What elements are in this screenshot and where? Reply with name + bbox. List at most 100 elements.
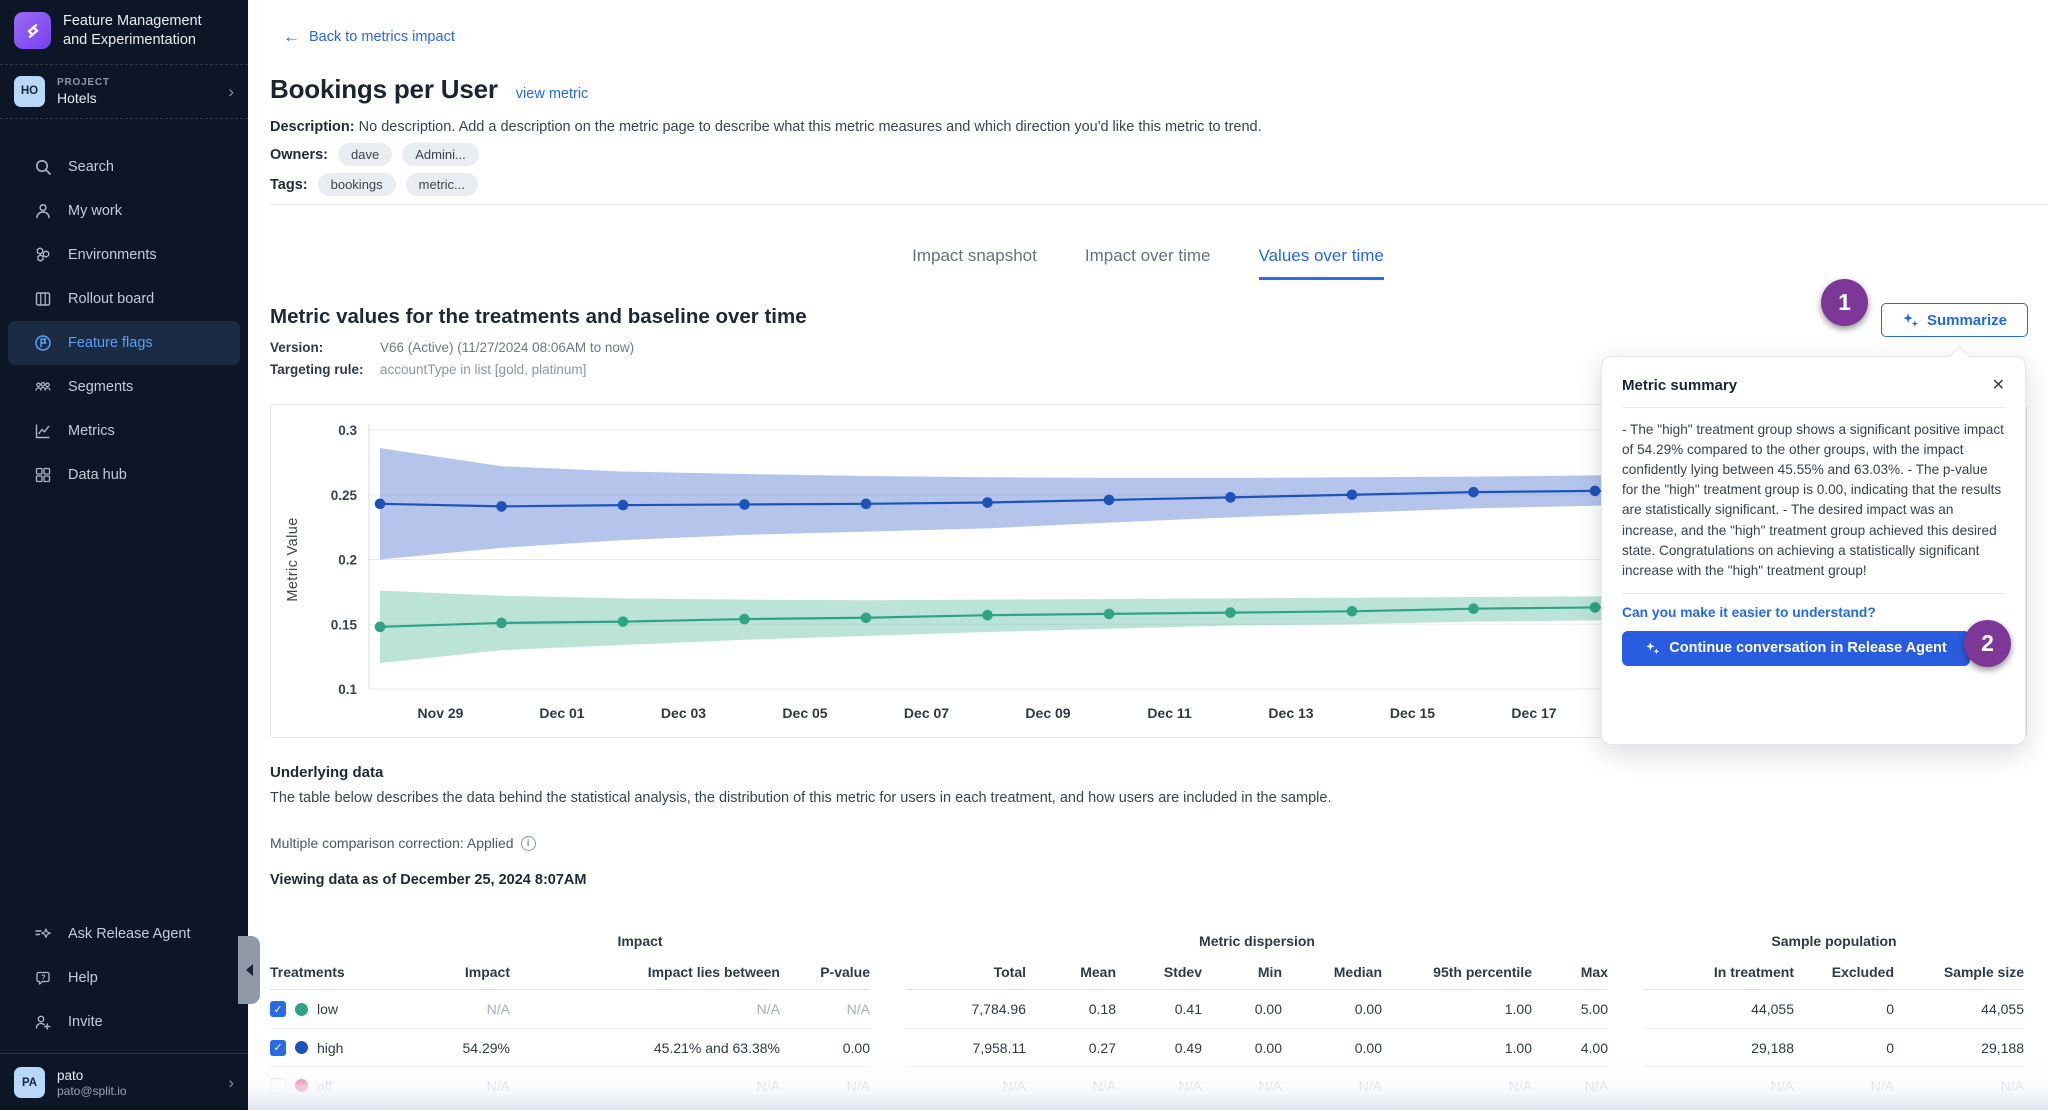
tag-chip: metric... xyxy=(406,173,478,196)
x-tick-label: Dec 11 xyxy=(1147,705,1192,721)
grid-icon xyxy=(34,466,52,484)
treatment-label: low xyxy=(317,1001,338,1017)
data-point-high[interactable] xyxy=(1225,492,1236,503)
x-tick-label: Dec 07 xyxy=(904,705,949,721)
chevron-right-icon: › xyxy=(228,1074,234,1091)
sidebar-item-data-hub[interactable]: Data hub xyxy=(8,453,240,497)
chart-icon xyxy=(34,422,52,440)
section-heading: Metric values for the treatments and bas… xyxy=(270,305,807,329)
sidebar-item-search[interactable]: Search xyxy=(8,145,240,189)
table-cell: 7,784.96 xyxy=(906,990,1026,1028)
data-point-high[interactable] xyxy=(375,499,386,510)
data-point-low[interactable] xyxy=(982,610,993,621)
description-label: Description: xyxy=(270,119,355,135)
data-point-low[interactable] xyxy=(375,622,386,633)
data-point-high[interactable] xyxy=(982,497,993,508)
table-cell: N/A xyxy=(510,1066,780,1104)
table-column-header: Impact xyxy=(410,954,510,990)
sidebar-item-segments[interactable]: Segments xyxy=(8,365,240,409)
data-point-low[interactable] xyxy=(739,614,750,625)
data-point-low[interactable] xyxy=(1225,607,1236,618)
table-cell: 44,055 xyxy=(1644,990,1794,1028)
sidebar-divider xyxy=(0,118,248,119)
data-point-high[interactable] xyxy=(1104,495,1115,506)
underlying-data-heading: Underlying data xyxy=(270,764,383,781)
sidebar-item-metrics[interactable]: Metrics xyxy=(8,409,240,453)
table-cell: N/A xyxy=(1382,1066,1532,1104)
data-point-low[interactable] xyxy=(1590,602,1601,613)
table-row-treatment-off: off xyxy=(270,1066,410,1104)
data-point-high[interactable] xyxy=(739,499,750,510)
treatment-checkbox[interactable] xyxy=(270,1078,286,1094)
sidebar-item-my-work[interactable]: My work xyxy=(8,189,240,233)
sidebar-item-environments[interactable]: Environments xyxy=(8,233,240,277)
tags-label: Tags: xyxy=(270,177,308,193)
search-icon xyxy=(34,158,52,176)
data-point-low[interactable] xyxy=(1347,606,1358,617)
tab-impact-snapshot[interactable]: Impact snapshot xyxy=(912,246,1037,280)
sidebar-item-rollout-board[interactable]: Rollout board xyxy=(8,277,240,321)
table-cell: 29,188 xyxy=(1894,1028,2024,1066)
table-cell: 0.00 xyxy=(780,1028,870,1066)
data-point-low[interactable] xyxy=(496,618,507,629)
page-title: Bookings per User xyxy=(270,74,498,105)
split-logo-icon xyxy=(14,12,51,49)
data-point-low[interactable] xyxy=(1468,603,1479,614)
y-tick-label: 0.25 xyxy=(331,488,358,503)
treatment-checkbox[interactable]: ✓ xyxy=(270,1001,286,1017)
treatment-color-dot xyxy=(295,1041,308,1054)
sidebar-item-feature-flags[interactable]: Feature flags xyxy=(8,321,240,365)
sidebar-item-ask-release-agent[interactable]: Ask Release Agent xyxy=(8,912,240,956)
chevron-left-icon xyxy=(246,964,253,976)
table-cell: N/A xyxy=(780,1066,870,1104)
columns-icon xyxy=(34,290,52,308)
data-point-low[interactable] xyxy=(861,612,872,623)
data-point-low[interactable] xyxy=(1104,609,1115,620)
data-point-high[interactable] xyxy=(618,500,629,511)
table-cell: 4.00 xyxy=(1532,1028,1608,1066)
table-column-header: Stdev xyxy=(1116,954,1202,990)
owners-label: Owners: xyxy=(270,147,328,163)
confidence-band-low xyxy=(380,591,1717,664)
table-column-header: Sample size xyxy=(1894,954,2024,990)
info-icon[interactable]: i xyxy=(521,836,536,851)
project-selector[interactable]: HO PROJECT Hotels › xyxy=(0,65,248,118)
easier-to-understand-link[interactable]: Can you make it easier to understand? xyxy=(1622,605,2005,620)
data-point-low[interactable] xyxy=(618,616,629,627)
data-point-high[interactable] xyxy=(861,499,872,510)
tab-impact-over-time[interactable]: Impact over time xyxy=(1085,246,1211,280)
view-metric-link[interactable]: view metric xyxy=(516,86,589,102)
product-logo-row[interactable]: Feature Management and Experimentation xyxy=(0,0,248,64)
table-cell: N/A xyxy=(1532,1066,1608,1104)
table-column-header: Min xyxy=(1202,954,1282,990)
summarize-button[interactable]: Summarize xyxy=(1881,303,2028,337)
table-cell: 0.49 xyxy=(1116,1028,1202,1066)
tab-values-over-time[interactable]: Values over time xyxy=(1259,246,1384,280)
table-row-treatment-high: ✓high xyxy=(270,1028,410,1066)
data-point-high[interactable] xyxy=(1590,486,1601,497)
version-row: Version: V66 (Active) (11/27/2024 08:06A… xyxy=(270,340,634,355)
sidebar-nav: Search My work Environments Rollout boar… xyxy=(0,145,248,497)
data-point-high[interactable] xyxy=(1468,487,1479,498)
user-name: pato xyxy=(57,1068,127,1083)
sidebar-item-invite[interactable]: Invite xyxy=(8,1000,240,1044)
people-icon xyxy=(34,378,52,396)
back-link[interactable]: ← Back to metrics impact xyxy=(283,27,455,47)
table-column-header: Max xyxy=(1532,954,1608,990)
data-point-high[interactable] xyxy=(496,501,507,512)
sidebar-item-help[interactable]: ? Help xyxy=(8,956,240,1000)
continue-conversation-button[interactable]: Continue conversation in Release Agent xyxy=(1622,631,1970,666)
person-icon xyxy=(34,202,52,220)
table-cell: 0.18 xyxy=(1026,990,1116,1028)
treatment-checkbox[interactable]: ✓ xyxy=(270,1040,286,1056)
close-icon[interactable]: ✕ xyxy=(1992,375,2005,395)
sidebar-collapse-handle[interactable] xyxy=(238,936,260,1004)
table-cell: N/A xyxy=(410,1066,510,1104)
user-menu[interactable]: PA pato pato@split.io › xyxy=(0,1054,248,1111)
x-tick-label: Dec 17 xyxy=(1511,705,1556,721)
header-divider xyxy=(270,204,2048,205)
table-cell: 45.21% and 63.38% xyxy=(510,1028,780,1066)
data-point-high[interactable] xyxy=(1347,489,1358,500)
x-tick-label: Nov 29 xyxy=(418,705,464,721)
table-group-header: Metric dispersion xyxy=(906,928,1608,954)
